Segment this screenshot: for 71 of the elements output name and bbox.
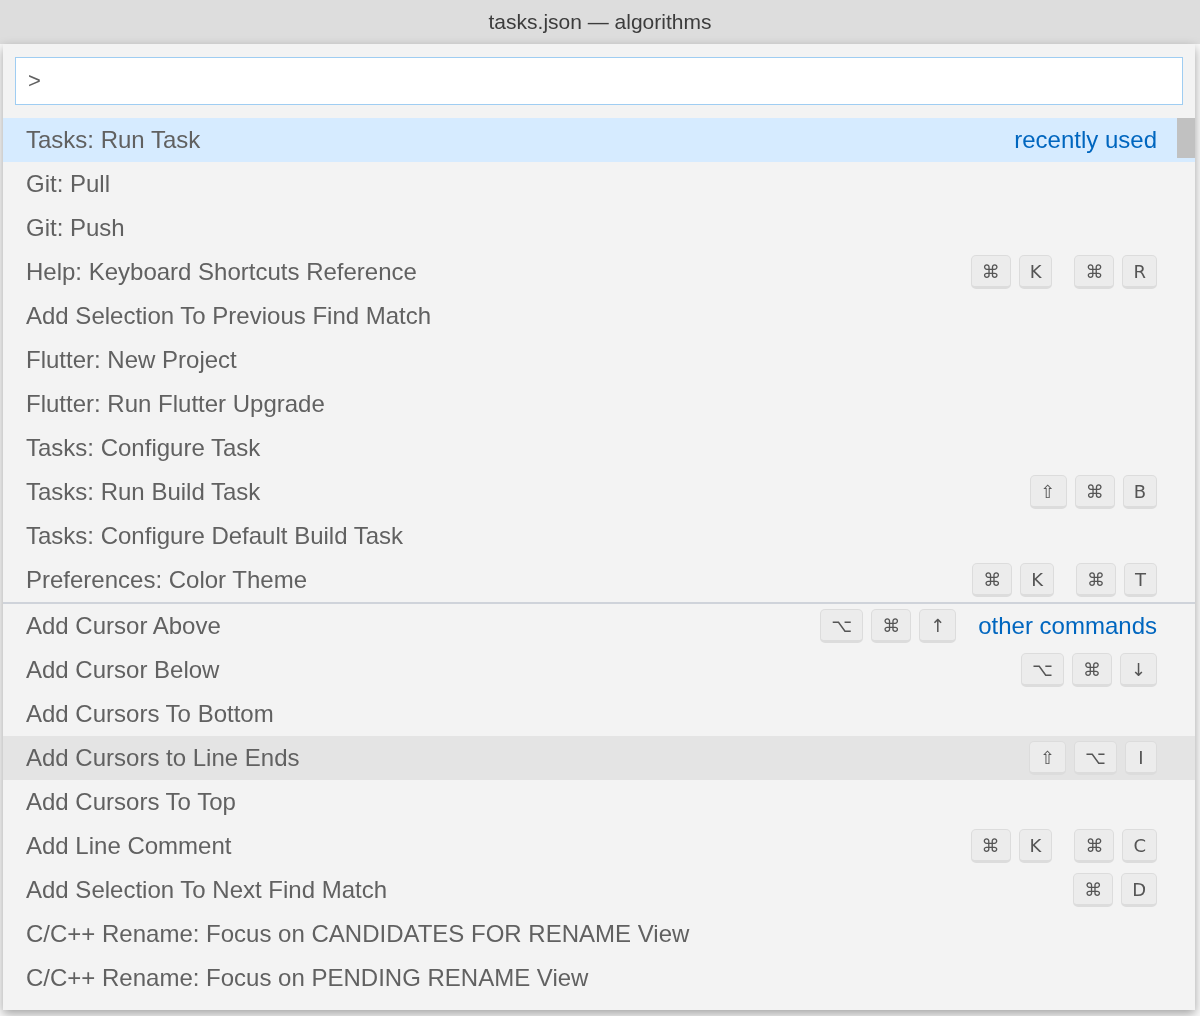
command-label: Git: Push <box>26 213 125 243</box>
command-item[interactable]: Add Selection To Previous Find Match <box>3 294 1195 338</box>
command-item[interactable]: Add Selection To Next Find Match ⌘ D <box>3 868 1195 912</box>
command-label: Add Cursor Below <box>26 655 220 685</box>
command-label: Tasks: Configure Task <box>26 433 261 463</box>
key-cap: ⌘ <box>1076 563 1116 597</box>
key-cap: ⇧ <box>1029 741 1067 775</box>
command-label: Add Cursors To Top <box>26 787 236 817</box>
command-label: Flutter: New Project <box>26 345 237 375</box>
key-cap: ⌘ <box>1073 873 1114 907</box>
key-cap: ⌥ <box>1074 741 1117 775</box>
group-label: recently used <box>1014 125 1157 155</box>
key-cap: ⌥ <box>1021 653 1064 687</box>
key-cap: ⌥ <box>820 609 864 643</box>
key-cap: C <box>1122 829 1157 863</box>
command-label: Add Cursor Above <box>26 611 221 641</box>
command-label: Flutter: Run Flutter Upgrade <box>26 389 325 419</box>
command-label: Add Line Comment <box>26 831 232 861</box>
key-cap: K <box>1020 563 1054 597</box>
key-cap: ⌘ <box>972 563 1013 597</box>
command-item[interactable]: Help: Keyboard Shortcuts Reference ⌘ K ⌘ R <box>3 250 1195 294</box>
key-cap: ⌘ <box>1074 475 1115 509</box>
command-label: C/C++ Rename: Focus on CANDIDATES FOR RENAME View <box>26 919 690 949</box>
key-cap: ⌘ <box>1074 829 1115 863</box>
command-label: Add Selection To Next Find Match <box>26 875 388 905</box>
key-cap: K <box>1018 829 1053 863</box>
key-cap: D <box>1121 873 1157 907</box>
command-item[interactable]: C/C++ Rename: Focus on CANDIDATES FOR RENAME View <box>3 912 1195 956</box>
command-label: Add Cursors to Line Ends <box>26 743 300 773</box>
command-label: Preferences: Color Theme <box>26 565 307 595</box>
command-item[interactable]: Tasks: Run Task recently used <box>3 118 1195 162</box>
command-label: C/C++ Rename: Focus on PENDING RENAME View <box>26 963 589 993</box>
key-cap: K <box>1018 255 1053 289</box>
command-item[interactable]: Tasks: Configure Task <box>3 426 1195 470</box>
key-cap: ⇧ <box>1029 475 1067 509</box>
key-cap: ↑ <box>919 609 957 643</box>
command-label: Tasks: Configure Default Build Task <box>26 521 404 551</box>
command-item[interactable]: C/C++ Rename: Focus on PENDING RENAME View <box>3 956 1195 1000</box>
key-cap: T <box>1124 563 1157 597</box>
command-item[interactable]: Git: Pull <box>3 162 1195 206</box>
command-item[interactable]: Add Line Comment ⌘ K ⌘ C <box>3 824 1195 868</box>
command-label: Tasks: Run Build Task <box>26 477 261 507</box>
command-label: Help: Keyboard Shortcuts Reference <box>26 257 417 287</box>
command-item[interactable]: Add Cursors To Bottom <box>3 692 1195 736</box>
window-title: tasks.json — algorithms <box>488 9 712 36</box>
key-cap: ⌘ <box>970 255 1011 289</box>
command-item[interactable]: Add Cursors to Line Ends ⇧ ⌥ I <box>3 736 1195 780</box>
command-item[interactable]: Add Cursor Below ⌥ ⌘ ↓ <box>3 648 1195 692</box>
scrollbar-thumb[interactable] <box>1177 118 1195 158</box>
key-cap: ⌘ <box>970 829 1011 863</box>
key-cap: ⌘ <box>1074 255 1115 289</box>
key-cap: R <box>1122 255 1157 289</box>
command-item[interactable]: Flutter: New Project <box>3 338 1195 382</box>
key-cap: ↓ <box>1119 653 1157 687</box>
command-label: Git: Pull <box>26 169 111 199</box>
command-item[interactable]: Flutter: Run Flutter Upgrade <box>3 382 1195 426</box>
command-item[interactable]: Add Cursors To Top <box>3 780 1195 824</box>
key-cap: I <box>1125 741 1157 775</box>
command-input[interactable]: > <box>15 57 1183 105</box>
command-label: Tasks: Run Task <box>26 125 201 155</box>
key-cap: B <box>1122 475 1157 509</box>
key-cap: ⌘ <box>1071 653 1112 687</box>
key-cap: ⌘ <box>871 609 912 643</box>
command-label: Add Selection To Previous Find Match <box>26 301 432 331</box>
command-item[interactable]: Tasks: Configure Default Build Task <box>3 514 1195 558</box>
command-label: Add Cursors To Bottom <box>26 699 274 729</box>
command-item[interactable]: Preferences: Color Theme ⌘ K ⌘ T <box>3 558 1195 602</box>
command-item[interactable]: Git: Push <box>3 206 1195 250</box>
command-item[interactable]: Tasks: Run Build Task ⇧ ⌘ B <box>3 470 1195 514</box>
command-item[interactable]: Add Cursor Above ⌥ ⌘ ↑ other commands <box>3 604 1195 648</box>
group-label: other commands <box>978 611 1157 641</box>
